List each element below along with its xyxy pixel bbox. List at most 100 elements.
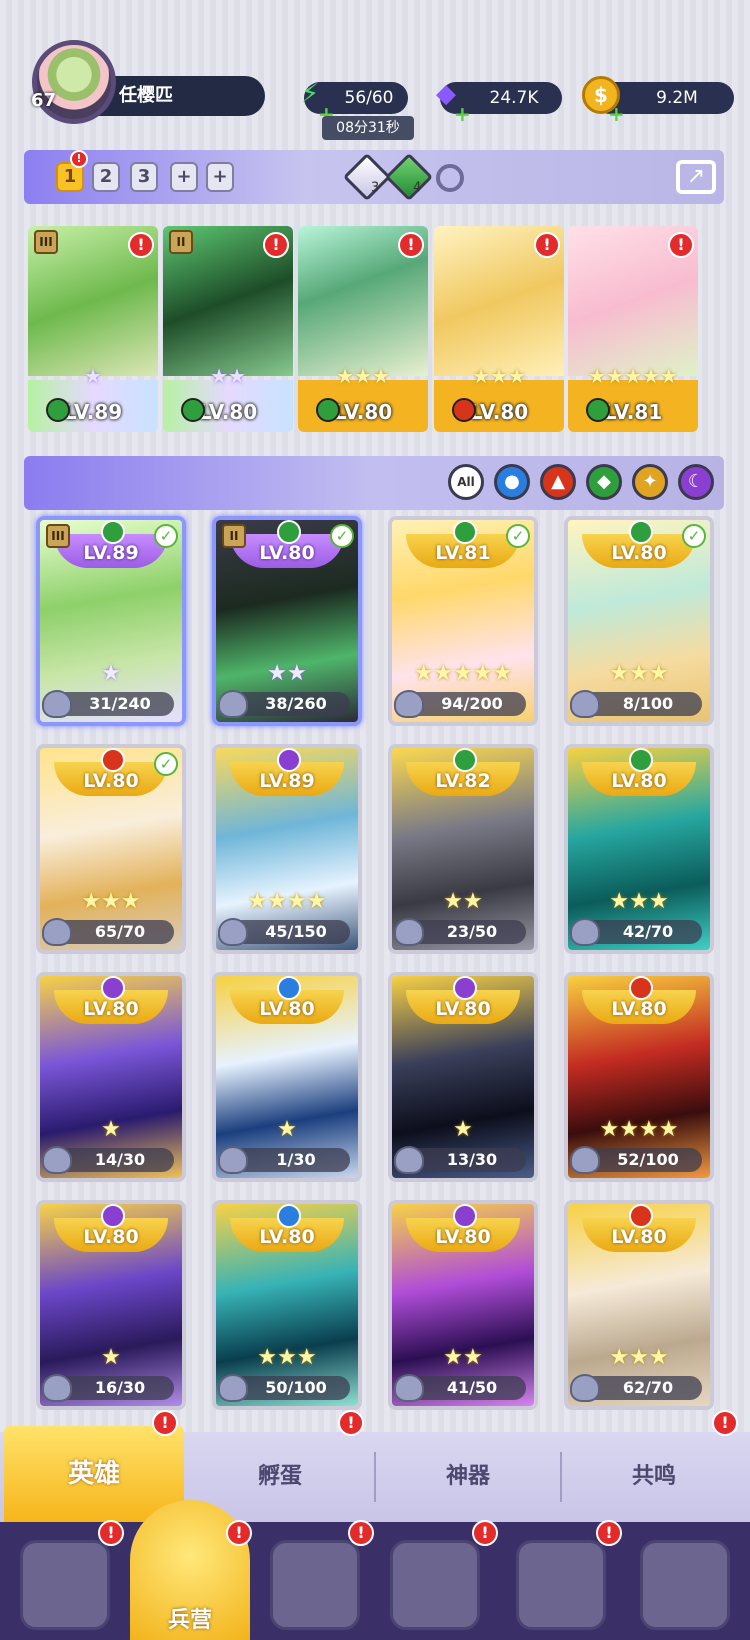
light-filter-icon[interactable]: ✦ [632,464,668,500]
team-tab-2[interactable]: 2 [92,162,120,192]
shard-icon [570,918,600,946]
tab-heroes[interactable]: 英雄 [4,1426,184,1522]
nature-element-icon [629,748,653,772]
shard-count: 31/240 [89,694,151,713]
shard-count: 45/150 [265,922,327,941]
hero-stars: ★ [101,1345,121,1370]
tab-heroes-alert-icon: ! [152,1410,178,1436]
tab-resonance[interactable]: 共鸣 [562,1432,746,1522]
team-add-button[interactable]: + [206,162,234,192]
hero-card[interactable]: LV.80 ✓ ★★★ 8/100 [564,516,714,726]
shard-icon [570,690,600,718]
hero-card[interactable]: LV.80 ★★★ 62/70 [564,1200,714,1410]
nature-element-icon [277,520,301,544]
shard-count: 52/100 [617,1150,679,1169]
tab-egg-alert-icon: ! [338,1410,364,1436]
shard-count: 94/200 [441,694,503,713]
hero-shard-progress: 31/240 [42,690,174,718]
hero-card[interactable]: LV.81 ✓ ★★★★★ 94/200 [388,516,538,726]
add-gems-icon[interactable]: + [454,98,471,130]
hero-stars: ★★★★ [247,889,327,914]
hero-card[interactable]: LV.89 ✓ III ★ 31/240 [36,516,186,726]
dark-element-icon [277,748,301,772]
checkmark-icon: ✓ [330,524,354,548]
hero-stars: ★ [101,661,121,686]
nav-shop-button[interactable] [516,1540,606,1630]
shard-count: 8/100 [622,694,674,713]
shard-icon [42,1146,72,1174]
shard-count: 13/30 [446,1150,498,1169]
nav-map-button[interactable] [270,1540,360,1630]
player-avatar[interactable]: 67 [31,40,116,124]
shard-count: 16/30 [94,1378,146,1397]
hero-shard-progress: 94/200 [394,690,526,718]
fire-element-icon [629,1204,653,1228]
nature-element-icon [453,748,477,772]
hero-card[interactable]: LV.80 ★★★★ 52/100 [564,972,714,1182]
shard-count: 38/260 [265,694,327,713]
hero-card[interactable]: LV.80 ★★★ 50/100 [212,1200,362,1410]
team-tab-alert-icon: ! [70,150,88,168]
hero-card[interactable]: LV.80 ★ 16/30 [36,1200,186,1410]
hero-shard-progress: 14/30 [42,1146,174,1174]
hero-alert-icon: ! [534,232,560,258]
water-filter-icon[interactable]: ● [494,464,530,500]
hero-card[interactable]: LV.80 ★ 1/30 [212,972,362,1182]
fire-filter-icon[interactable]: ▲ [540,464,576,500]
nav-castle-button[interactable] [390,1540,480,1630]
energy-counter[interactable]: ⚡ + 56/60 [301,79,408,126]
hero-stars: ★★★ [336,364,390,388]
nav-barracks-label: 兵营 [167,1608,212,1633]
nature-element-icon [101,520,125,544]
nav-cards-button[interactable] [20,1540,110,1630]
nav-alert-icon: ! [472,1520,498,1546]
coin-counter[interactable]: $ + 9.2M [582,76,734,126]
hero-card[interactable]: LV.80 ★ 13/30 [388,972,538,1182]
white-gem-count: 3 [370,180,380,196]
shard-count: 65/70 [94,922,146,941]
hero-stars: ★ [84,364,102,388]
gem-counter[interactable]: ◆ + 24.7K [436,79,562,126]
hero-shard-progress: 62/70 [570,1374,702,1402]
shard-icon [394,1146,424,1174]
hero-card[interactable]: LV.89 ★★★★ 45/150 [212,744,362,954]
shard-count: 41/50 [446,1378,498,1397]
shard-icon [218,918,248,946]
shard-icon [42,1374,72,1402]
hero-stars: ★★★ [81,889,141,914]
gem-value: 24.7K [489,88,539,108]
hero-card[interactable]: LV.80 ★★ 41/50 [388,1200,538,1410]
filter-all-button[interactable]: All [448,464,484,500]
add-coins-icon[interactable]: + [608,98,625,130]
fire-element-icon [629,976,653,1000]
hero-card[interactable]: LV.80 ✓ ★★★ 65/70 [36,744,186,954]
energy-timer: 08分31秒 [322,116,414,140]
dark-element-icon [453,976,477,1000]
team-tab-3[interactable]: 3 [130,162,158,192]
search-icon[interactable] [436,164,464,192]
shard-icon [218,1374,248,1402]
hero-alert-icon: ! [128,232,154,258]
rank-badge-icon: II [169,230,193,254]
nature-filter-icon[interactable]: ◆ [586,464,622,500]
shard-icon [42,918,72,946]
shard-icon [394,918,424,946]
hero-alert-icon: ! [668,232,694,258]
dark-element-icon [101,976,125,1000]
hero-card[interactable]: LV.80 ★ 14/30 [36,972,186,1182]
hero-card[interactable]: LV.80 ✓ II ★★ 38/260 [212,516,362,726]
tab-artifacts[interactable]: 神器 [376,1432,560,1522]
share-icon[interactable]: ↗ [676,160,716,194]
hero-card[interactable]: LV.80 ★★★ 42/70 [564,744,714,954]
hero-shard-progress: 42/70 [570,918,702,946]
hero-card[interactable]: LV.82 ★★ 23/50 [388,744,538,954]
hero-shard-progress: 13/30 [394,1146,526,1174]
rank-badge-icon: III [46,524,70,548]
nav-guild-button[interactable] [640,1540,730,1630]
shard-icon [218,690,248,718]
team-add-button[interactable]: + [170,162,198,192]
hero-shard-progress: 50/100 [218,1374,350,1402]
dark-filter-icon[interactable]: ☾ [678,464,714,500]
water-element-icon [277,976,301,1000]
dark-element-icon [101,1204,125,1228]
